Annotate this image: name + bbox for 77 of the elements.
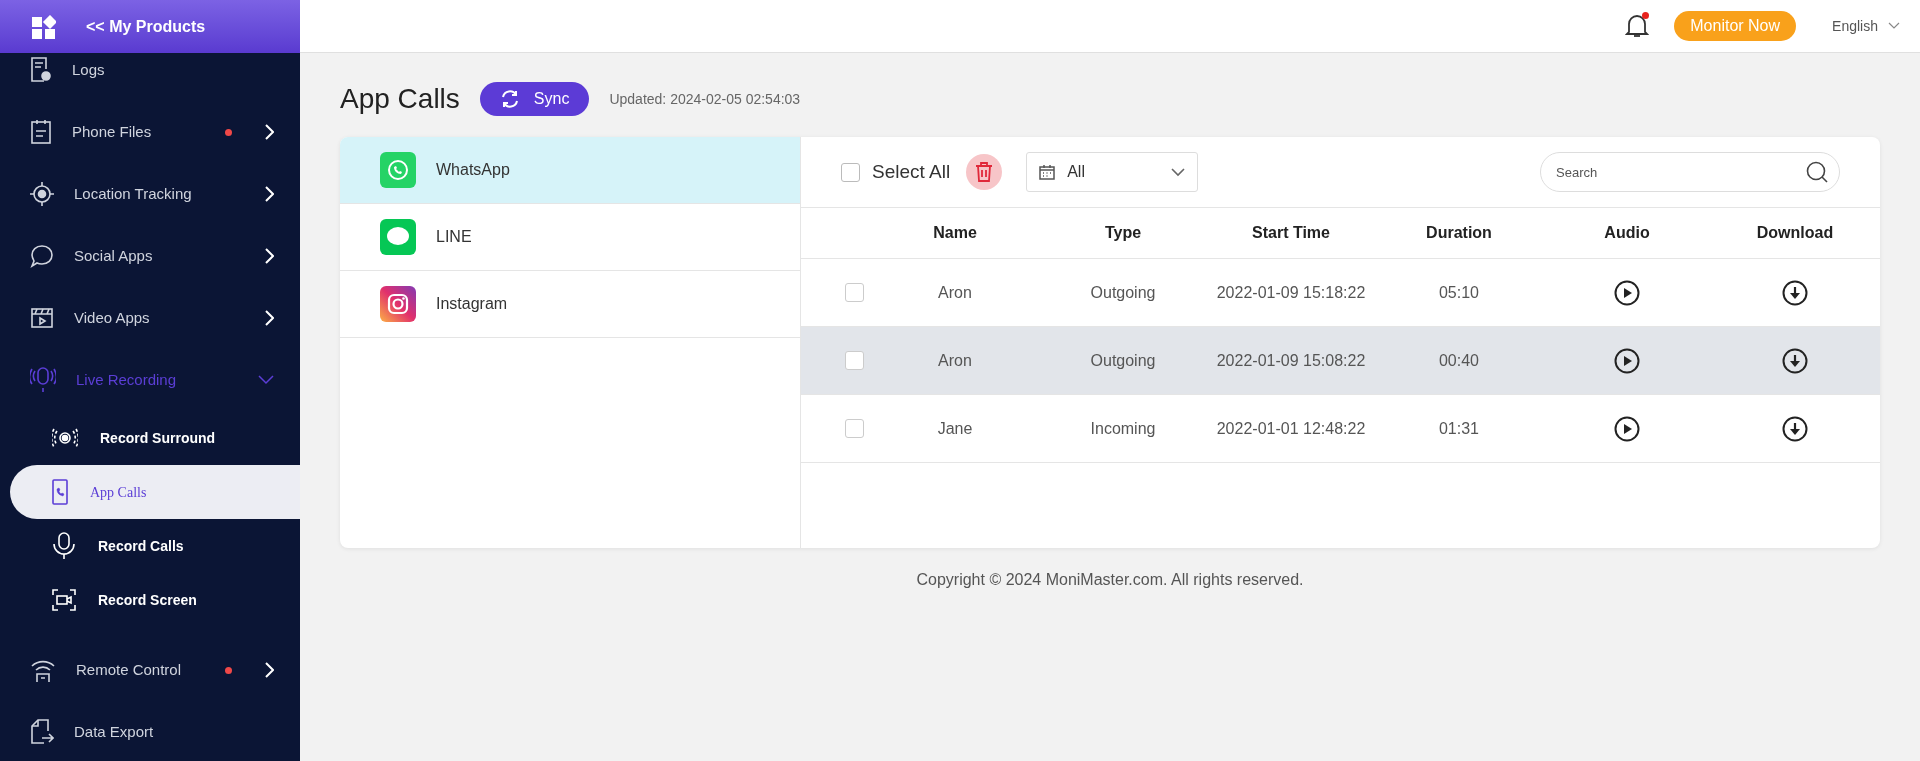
search-field[interactable]: Search bbox=[1540, 152, 1840, 192]
play-icon[interactable] bbox=[1614, 347, 1640, 374]
chat-bubble-icon bbox=[30, 244, 54, 268]
search-icon bbox=[1806, 161, 1828, 183]
microphone-icon bbox=[52, 532, 76, 560]
export-icon bbox=[30, 719, 54, 745]
sidebar-item[interactable]: Video Apps bbox=[0, 287, 300, 349]
table-cell-text: Aron bbox=[937, 350, 973, 371]
target-icon bbox=[30, 182, 54, 206]
screen-record-icon bbox=[52, 589, 76, 611]
column-header: Download bbox=[1755, 223, 1835, 243]
sidebar-item[interactable]: Remote Control bbox=[0, 639, 300, 701]
sidebar-subitem[interactable]: Record Screen bbox=[0, 573, 300, 627]
app-list-item[interactable]: LINE bbox=[340, 204, 800, 271]
copyright-text: Copyright © 2024 MoniMaster.com. All rights reserved. bbox=[915, 570, 1305, 590]
speech-bubble-app-icon bbox=[380, 219, 416, 255]
table-row[interactable]: Aron Outgoing 2022-01-09 15:08:22 00:40 bbox=[801, 327, 1880, 395]
my-products-link[interactable]: << My Products bbox=[86, 14, 206, 39]
logs-icon bbox=[30, 57, 52, 83]
sync-button[interactable]: Sync bbox=[479, 82, 590, 116]
table-cell-text: 2022-01-09 15:18:22 bbox=[1215, 282, 1367, 303]
column-header: Start Time bbox=[1251, 223, 1331, 243]
play-icon[interactable] bbox=[1614, 279, 1640, 306]
table-cell-text: 2022-01-09 15:08:22 bbox=[1215, 350, 1367, 371]
table-row[interactable]: Aron Outgoing 2022-01-09 15:18:22 05:10 bbox=[801, 259, 1880, 327]
row-checkbox[interactable] bbox=[845, 419, 864, 438]
sync-icon bbox=[499, 90, 520, 108]
grid-icon bbox=[32, 14, 56, 39]
sidebar-subitem[interactable]: Record Surround bbox=[0, 411, 300, 465]
select-all-checkbox[interactable] bbox=[841, 162, 860, 182]
play-icon[interactable] bbox=[1614, 415, 1640, 442]
table-row[interactable]: Jane Incoming 2022-01-01 12:48:22 01:31 bbox=[801, 395, 1880, 463]
row-checkbox[interactable] bbox=[845, 283, 864, 302]
row-checkbox[interactable] bbox=[845, 351, 864, 370]
sidebar-item[interactable]: Social Apps bbox=[0, 225, 300, 287]
table-cell-text: Incoming bbox=[1089, 418, 1157, 439]
sidebar-item[interactable]: Location Tracking bbox=[0, 163, 300, 225]
clipboard-icon bbox=[30, 119, 52, 145]
table-cell-text: Outgoing bbox=[1089, 282, 1157, 303]
phone-icon bbox=[52, 479, 68, 505]
download-icon[interactable] bbox=[1782, 347, 1808, 374]
column-header: Audio bbox=[1603, 223, 1651, 243]
app-list-item[interactable]: WhatsApp bbox=[340, 137, 800, 204]
trash-icon bbox=[975, 162, 994, 182]
updated-timestamp: Updated: 2024-02-05 02:54:03 bbox=[609, 89, 801, 109]
chat-app-icon bbox=[380, 152, 416, 188]
table-cell-text: 05:10 bbox=[1437, 282, 1480, 303]
sidebar-subitem[interactable]: App Calls bbox=[10, 465, 300, 519]
select-all-label[interactable]: Select All bbox=[872, 157, 951, 187]
app-list-item[interactable]: Instagram bbox=[340, 271, 800, 338]
column-header: Name bbox=[932, 223, 978, 243]
table-cell-text: Outgoing bbox=[1089, 350, 1157, 371]
camera-app-icon bbox=[380, 286, 416, 322]
table-cell-text: 01:31 bbox=[1437, 418, 1480, 439]
microphone-icon bbox=[30, 366, 56, 394]
sidebar-item[interactable]: Data Export bbox=[0, 701, 300, 761]
download-icon[interactable] bbox=[1782, 279, 1808, 306]
column-header: Type bbox=[1103, 223, 1143, 243]
sidebar-item[interactable]: Logs bbox=[0, 53, 300, 101]
table-cell-text: 2022-01-01 12:48:22 bbox=[1215, 418, 1367, 439]
column-header: Duration bbox=[1425, 223, 1493, 243]
sidebar-item[interactable]: Phone Files bbox=[0, 101, 300, 163]
table-cell-text: 00:40 bbox=[1437, 350, 1480, 371]
calendar-icon bbox=[1039, 164, 1056, 180]
chevron-down-icon bbox=[1171, 167, 1186, 177]
sidebar-subitem[interactable]: Record Calls bbox=[0, 519, 300, 573]
language-dropdown[interactable]: English bbox=[1832, 15, 1900, 37]
radar-icon bbox=[52, 427, 78, 449]
video-icon bbox=[30, 307, 54, 329]
bell-icon[interactable] bbox=[1625, 13, 1650, 39]
download-icon[interactable] bbox=[1782, 415, 1808, 442]
delete-button[interactable] bbox=[966, 154, 1003, 190]
chevron-down-icon bbox=[1888, 22, 1900, 30]
page-title: App Calls bbox=[340, 82, 460, 116]
table-cell-text: Aron bbox=[937, 282, 973, 303]
date-filter-dropdown[interactable]: All bbox=[1026, 152, 1199, 192]
table-cell-text: Jane bbox=[936, 418, 974, 439]
